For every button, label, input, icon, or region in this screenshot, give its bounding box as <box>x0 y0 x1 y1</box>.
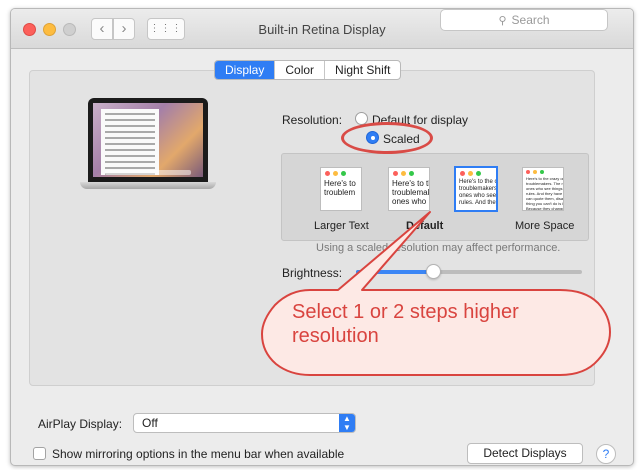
laptop-lid <box>88 98 208 182</box>
scaled-option-more-space[interactable]: Here's to the crazy one troublemakers. T… <box>522 167 564 211</box>
laptop-screen <box>93 103 203 177</box>
tab-display[interactable]: Display <box>215 61 275 79</box>
mirroring-options-checkbox[interactable] <box>33 447 46 460</box>
help-button[interactable]: ? <box>596 444 616 464</box>
screen-dock <box>105 170 191 175</box>
scaled-option-default[interactable]: Here's to the c troublemakers, ones who … <box>454 166 498 212</box>
option-label-more-space: More Space <box>515 220 575 232</box>
airplay-display-label: AirPlay Display: <box>38 417 123 431</box>
search-icon: ⚲ <box>498 14 507 27</box>
tab-bar: Display Color Night Shift <box>214 60 402 80</box>
brightness-slider-knob[interactable] <box>425 264 441 279</box>
laptop-base <box>80 182 216 189</box>
thumb-line: troublem <box>324 188 356 197</box>
option-label-default: Default <box>406 220 444 232</box>
scaled-highlight-ellipse <box>341 122 433 154</box>
screen-document <box>101 109 159 175</box>
scaled-option-larger-text[interactable]: Here's to troublem <box>320 167 362 211</box>
up-down-arrows-icon: ▲ ▼ <box>339 414 355 432</box>
brightness-slider-fill <box>356 270 433 274</box>
airplay-display-select[interactable]: Off ▲ ▼ <box>133 413 356 433</box>
tab-color[interactable]: Color <box>274 61 324 79</box>
thumb-line: Here's to th <box>392 179 430 188</box>
thumb-line: ones who i <box>392 197 430 206</box>
thumb-line: ones who see t <box>459 193 498 199</box>
brightness-slider[interactable] <box>356 264 582 279</box>
detect-displays-button[interactable]: Detect Displays <box>467 443 583 464</box>
thumb-line: troublemakers, <box>459 186 498 192</box>
search-placeholder: Search <box>511 13 550 27</box>
tab-night-shift[interactable]: Night Shift <box>324 61 400 79</box>
mirroring-options-label[interactable]: Show mirroring options in the menu bar w… <box>52 447 344 461</box>
thumb-line: rules. And they <box>459 200 498 206</box>
option-label-larger-text: Larger Text <box>314 220 369 232</box>
scaled-option-2[interactable]: Here's to th troublemak ones who i <box>388 167 430 211</box>
brightness-label: Brightness: <box>282 266 343 280</box>
callout-text: Select 1 or 2 steps higher resolution <box>292 301 519 347</box>
thumb-line: Here's to <box>324 179 356 188</box>
resolution-label: Resolution: <box>282 113 343 127</box>
thumb-line: Here's to the c <box>459 179 498 185</box>
airplay-selected-value: Off <box>142 416 158 430</box>
thumb-line: Because they change th <box>526 206 564 211</box>
laptop-display-image <box>80 98 216 218</box>
thumb-line: troublemak <box>392 188 430 197</box>
search-field[interactable]: ⚲ Search <box>440 9 608 31</box>
scaled-performance-note: Using a scaled resolution may affect per… <box>316 242 561 254</box>
